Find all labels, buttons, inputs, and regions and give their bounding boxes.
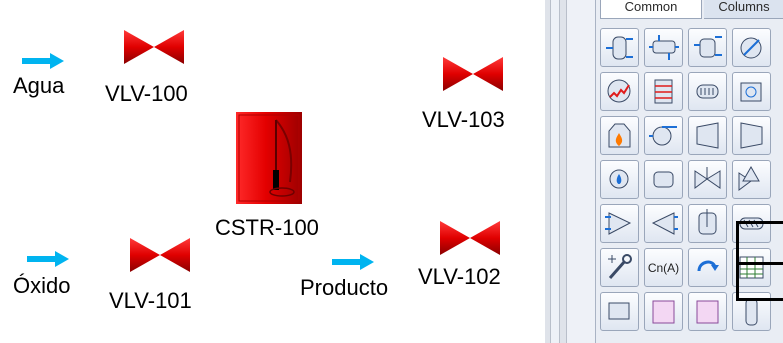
tee-icon [651,212,678,235]
compressor-k-icon [696,122,719,149]
stream-label-producto[interactable]: Producto [300,277,388,299]
relief-valve-button[interactable] [732,160,771,199]
splitter-bar[interactable] [545,0,551,343]
component-splitter-icon [653,171,674,188]
valve-icon [694,167,721,189]
mixer-icon [605,212,632,235]
valve-vlv-100-icon[interactable] [124,30,184,64]
pump-icon [649,126,677,146]
valve-label-vlv-100[interactable]: VLV-100 [105,83,188,105]
overlay-line-top [736,221,783,224]
valve-button[interactable] [688,160,727,199]
cn-label: Cn(A) [647,260,680,275]
expander-icon [740,122,763,149]
valve-label-vlv-103[interactable]: VLV-103 [422,109,505,131]
air-cooler-button[interactable] [732,72,771,111]
valve-label-vlv-102[interactable]: VLV-102 [418,266,501,288]
compressor-icon [740,37,762,59]
pipe-segment-button[interactable] [600,160,639,199]
pump-button[interactable] [644,116,683,155]
separator-button[interactable] [600,28,639,67]
flowsheet-canvas[interactable]: Agua VLV-100 VLV-103 CSTR-100 Óxido VLV-… [0,0,545,343]
stream-label-agua[interactable]: Agua [13,75,64,97]
shell-tube-icon [696,84,719,99]
air-cooler-icon [740,82,762,102]
object-palette: Common Columns Cn(A) [595,0,783,343]
tee-button[interactable] [644,204,683,243]
relief-valve-icon [738,165,760,191]
fired-heater-button[interactable] [600,116,639,155]
wrench-icon [608,254,632,279]
object-palette-frame: Common Columns Cn(A) [545,0,783,343]
balance-button[interactable] [644,292,683,331]
cn-button[interactable]: Cn(A) [644,248,683,287]
expander-button[interactable] [732,116,771,155]
balance-icon [652,300,675,324]
subflowsheet-icon [696,300,719,324]
overlay-line-mid [736,262,783,265]
tank-button[interactable] [688,28,727,67]
heater-icon [607,79,631,103]
overlay-line-bottom [736,298,783,301]
compressor-k-button[interactable] [688,116,727,155]
overlay-line-left [736,221,739,301]
pipe-segment-icon [609,169,629,189]
heat-exchanger-icon [649,35,679,60]
cstr-icon [698,209,717,235]
lng-exchanger-icon [654,79,673,104]
valve-vlv-103-icon[interactable] [443,57,503,91]
material-stream-arrow-agua[interactable] [22,53,64,69]
scrollbar-track[interactable] [559,0,567,343]
separator-icon [606,36,633,60]
fired-heater-icon [608,123,631,148]
set-button[interactable] [600,292,639,331]
cstr-reactor-icon[interactable] [236,112,302,204]
tab-common[interactable]: Common [600,0,702,19]
valve-vlv-101-icon[interactable] [130,238,190,272]
stream-label-oxido[interactable]: Óxido [13,275,70,297]
valve-vlv-102-icon[interactable] [440,221,500,255]
compressor-button[interactable] [732,28,771,67]
mixer-button[interactable] [600,204,639,243]
spreadsheet-icon [739,256,764,279]
heat-exchanger-button[interactable] [644,28,683,67]
subflowsheet-button[interactable] [688,292,727,331]
recycle-button[interactable] [688,248,727,287]
tab-columns[interactable]: Columns [704,0,783,19]
valve-label-vlv-101[interactable]: VLV-101 [109,290,192,312]
lng-exchanger-button[interactable] [644,72,683,111]
recycle-icon [697,260,719,272]
shell-tube-button[interactable] [688,72,727,111]
material-stream-arrow-oxido[interactable] [27,251,69,267]
tank-icon [694,36,722,58]
heater-button[interactable] [600,72,639,111]
component-splitter-button[interactable] [644,160,683,199]
reactor-label-cstr-100[interactable]: CSTR-100 [215,217,319,239]
material-stream-arrow-producto[interactable] [332,254,374,270]
cstr-button[interactable] [688,204,727,243]
set-icon [608,302,630,320]
adjust-button[interactable] [600,248,639,287]
